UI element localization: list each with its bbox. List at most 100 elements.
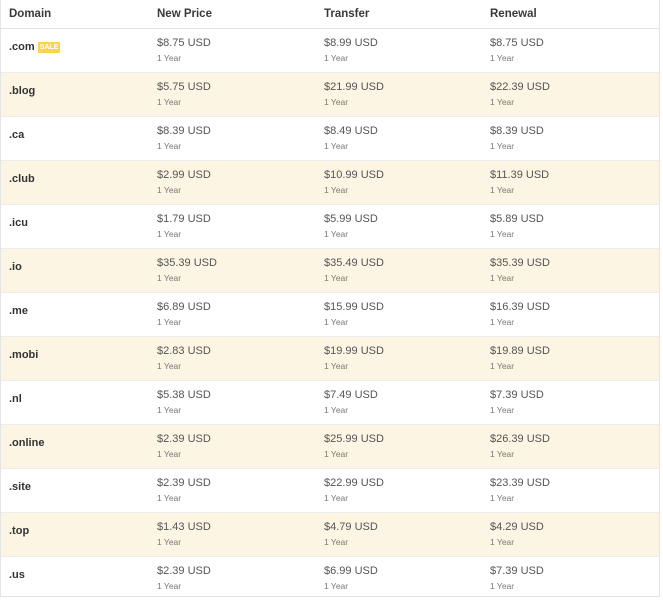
renewal-cell: $16.39 USD 1 Year — [482, 293, 659, 336]
domain-name-wrap: .com SALE — [9, 41, 61, 53]
domain-name-wrap: .nl — [9, 393, 22, 405]
transfer-period: 1 Year — [324, 185, 349, 195]
new-price-cell: $8.75 USD 1 Year — [149, 29, 316, 72]
domain-name-wrap: .blog — [9, 85, 35, 97]
table-row: .us $2.39 USD 1 Year $6.99 USD 1 Year $7.39 U… — [1, 557, 659, 600]
renewal-value: $4.29 USD — [490, 521, 544, 533]
transfer-cell: $5.99 USD 1 Year — [316, 205, 482, 248]
domain-name: .mobi — [9, 349, 39, 361]
new-price-period: 1 Year — [157, 493, 182, 503]
transfer-value: $35.49 USD — [324, 257, 384, 269]
renewal-value: $23.39 USD — [490, 477, 550, 489]
table-row: .me $6.89 USD 1 Year $15.99 USD 1 Year $16.39… — [1, 293, 659, 337]
new-price-value: $8.75 USD — [157, 37, 211, 49]
domain-cell: .ca — [1, 117, 149, 160]
transfer-period: 1 Year — [324, 229, 349, 239]
domain-cell: .site — [1, 469, 149, 512]
renewal-value: $16.39 USD — [490, 301, 550, 313]
domain-name-wrap: .ca — [9, 129, 24, 141]
transfer-value: $19.99 USD — [324, 345, 384, 357]
new-price-cell: $2.39 USD 1 Year — [149, 557, 316, 600]
table-row: .site $2.39 USD 1 Year $22.99 USD 1 Year $23.… — [1, 469, 659, 513]
renewal-period: 1 Year — [490, 97, 515, 107]
new-price-value: $35.39 USD — [157, 257, 217, 269]
renewal-value: $7.39 USD — [490, 389, 544, 401]
new-price-cell: $1.79 USD 1 Year — [149, 205, 316, 248]
transfer-period: 1 Year — [324, 405, 349, 415]
domain-name-wrap: .io — [9, 261, 22, 273]
renewal-cell: $8.39 USD 1 Year — [482, 117, 659, 160]
renewal-period: 1 Year — [490, 229, 515, 239]
renewal-period: 1 Year — [490, 449, 515, 459]
transfer-period: 1 Year — [324, 97, 349, 107]
new-price-value: $2.83 USD — [157, 345, 211, 357]
renewal-value: $26.39 USD — [490, 433, 550, 445]
transfer-value: $21.99 USD — [324, 81, 384, 93]
renewal-cell: $4.29 USD 1 Year — [482, 513, 659, 556]
renewal-value: $35.39 USD — [490, 257, 550, 269]
renewal-period: 1 Year — [490, 53, 515, 63]
renewal-period: 1 Year — [490, 185, 515, 195]
domain-name-wrap: .icu — [9, 217, 28, 229]
new-price-cell: $5.75 USD 1 Year — [149, 73, 316, 116]
transfer-value: $6.99 USD — [324, 565, 378, 577]
new-price-cell: $2.83 USD 1 Year — [149, 337, 316, 380]
renewal-cell: $11.39 USD 1 Year — [482, 161, 659, 204]
renewal-cell: $7.39 USD 1 Year — [482, 557, 659, 600]
domain-name: .nl — [9, 393, 22, 405]
transfer-period: 1 Year — [324, 53, 349, 63]
renewal-cell: $35.39 USD 1 Year — [482, 249, 659, 292]
transfer-cell: $35.49 USD 1 Year — [316, 249, 482, 292]
domain-name-wrap: .mobi — [9, 349, 38, 361]
transfer-period: 1 Year — [324, 537, 349, 547]
new-price-cell: $35.39 USD 1 Year — [149, 249, 316, 292]
domain-name: .me — [9, 305, 28, 317]
new-price-cell: $2.99 USD 1 Year — [149, 161, 316, 204]
domain-name: .io — [9, 261, 22, 273]
renewal-period: 1 Year — [490, 493, 515, 503]
new-price-value: $8.39 USD — [157, 125, 211, 137]
transfer-period: 1 Year — [324, 141, 349, 151]
renewal-cell: $19.89 USD 1 Year — [482, 337, 659, 380]
renewal-period: 1 Year — [490, 361, 515, 371]
table-body: .com SALE $8.75 USD 1 Year $8.99 USD 1 Year $8… — [1, 29, 659, 600]
new-price-period: 1 Year — [157, 141, 182, 151]
transfer-value: $22.99 USD — [324, 477, 384, 489]
transfer-value: $15.99 USD — [324, 301, 384, 313]
new-price-cell: $5.38 USD 1 Year — [149, 381, 316, 424]
sale-badge: SALE — [37, 41, 61, 53]
domain-pricing-table: Domain New Price Transfer Renewal .com SA… — [0, 0, 660, 597]
domain-cell: .top — [1, 513, 149, 556]
table-row: .top $1.43 USD 1 Year $4.79 USD 1 Year $4.29 … — [1, 513, 659, 557]
transfer-cell: $8.99 USD 1 Year — [316, 29, 482, 72]
renewal-period: 1 Year — [490, 537, 515, 547]
domain-name: .ca — [9, 129, 25, 141]
header-transfer: Transfer — [324, 8, 370, 20]
domain-cell: .online — [1, 425, 149, 468]
renewal-period: 1 Year — [490, 581, 515, 591]
renewal-value: $5.89 USD — [490, 213, 544, 225]
transfer-cell: $8.49 USD 1 Year — [316, 117, 482, 160]
domain-name-wrap: .site — [9, 481, 31, 493]
renewal-value: $8.39 USD — [490, 125, 544, 137]
new-price-value: $2.39 USD — [157, 565, 211, 577]
table-row: .mobi $2.83 USD 1 Year $19.99 USD 1 Year $19.… — [1, 337, 659, 381]
transfer-cell: $6.99 USD 1 Year — [316, 557, 482, 600]
new-price-period: 1 Year — [157, 537, 182, 547]
new-price-cell: $1.43 USD 1 Year — [149, 513, 316, 556]
new-price-cell: $2.39 USD 1 Year — [149, 425, 316, 468]
domain-cell: .mobi — [1, 337, 149, 380]
renewal-value: $11.39 USD — [490, 169, 550, 181]
transfer-value: $7.49 USD — [324, 389, 378, 401]
transfer-cell: $19.99 USD 1 Year — [316, 337, 482, 380]
new-price-period: 1 Year — [157, 97, 182, 107]
renewal-period: 1 Year — [490, 273, 515, 283]
transfer-period: 1 Year — [324, 581, 349, 591]
new-price-value: $5.75 USD — [157, 81, 211, 93]
domain-cell: .com SALE — [1, 29, 149, 72]
domain-cell: .io — [1, 249, 149, 292]
domain-name-wrap: .top — [9, 525, 29, 537]
renewal-period: 1 Year — [490, 405, 515, 415]
new-price-cell: $6.89 USD 1 Year — [149, 293, 316, 336]
domain-name: .us — [9, 569, 25, 581]
